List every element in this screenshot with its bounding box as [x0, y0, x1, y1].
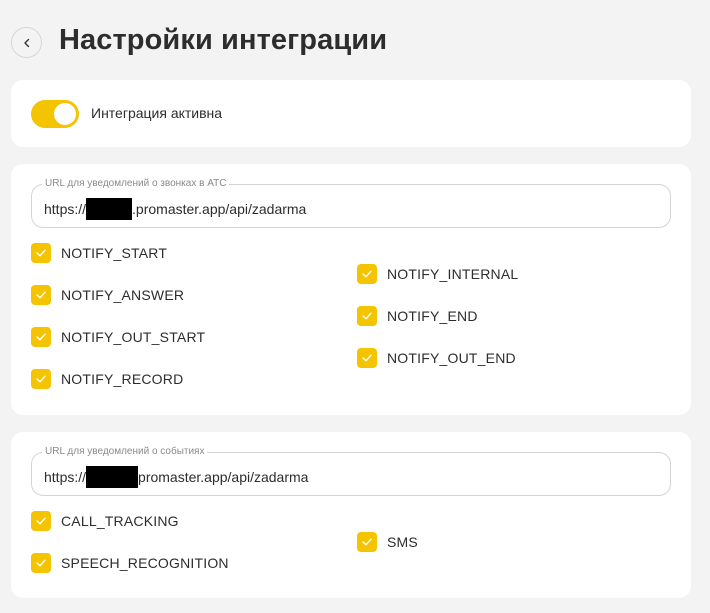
- checkbox-call-tracking[interactable]: CALL_TRACKING: [31, 511, 179, 531]
- atc-url-field[interactable]: URL для уведомлений о звонках в АТС http…: [31, 178, 671, 228]
- checkbox-notify-record[interactable]: NOTIFY_RECORD: [31, 369, 183, 389]
- checkmark-icon: [357, 532, 377, 552]
- checkbox-label: CALL_TRACKING: [61, 513, 179, 529]
- checkbox-label: NOTIFY_END: [387, 308, 478, 324]
- checkbox-label: NOTIFY_RECORD: [61, 371, 184, 387]
- checkbox-speech-recognition[interactable]: SPEECH_RECOGNITION: [31, 553, 229, 573]
- checkmark-icon: [357, 348, 377, 368]
- checkbox-sms[interactable]: SMS: [357, 532, 418, 552]
- checkbox-label: SMS: [387, 534, 418, 550]
- chevron-left-icon: [23, 38, 29, 47]
- redacted-block: [86, 198, 133, 220]
- checkmark-icon: [31, 327, 51, 347]
- checkbox-label: NOTIFY_START: [61, 245, 168, 261]
- checkmark-icon: [357, 264, 377, 284]
- redacted-block: [86, 466, 139, 488]
- checkbox-notify-internal[interactable]: NOTIFY_INTERNAL: [357, 264, 518, 284]
- checkbox-notify-start[interactable]: NOTIFY_START: [31, 243, 167, 263]
- events-url-value: https:// promaster.app/api/zadarma: [44, 466, 308, 488]
- integration-active-toggle[interactable]: [31, 100, 79, 128]
- checkbox-notify-end[interactable]: NOTIFY_END: [357, 306, 478, 326]
- events-url-field[interactable]: URL для уведомлений о событиях https:// …: [31, 446, 671, 496]
- checkmark-icon: [357, 306, 377, 326]
- checkbox-label: NOTIFY_OUT_START: [61, 329, 206, 345]
- checkbox-notify-answer[interactable]: NOTIFY_ANSWER: [31, 285, 184, 305]
- checkbox-notify-out-end[interactable]: NOTIFY_OUT_END: [357, 348, 516, 368]
- atc-url-field-label: URL для уведомлений о звонках в АТС: [42, 178, 230, 190]
- checkmark-icon: [31, 511, 51, 531]
- checkbox-label: NOTIFY_OUT_END: [387, 350, 516, 366]
- atc-url-prefix: https://: [44, 201, 87, 217]
- checkbox-label: NOTIFY_INTERNAL: [387, 266, 519, 282]
- toggle-knob: [54, 103, 76, 125]
- checkbox-label: SPEECH_RECOGNITION: [61, 555, 229, 571]
- checkmark-icon: [31, 285, 51, 305]
- checkmark-icon: [31, 369, 51, 389]
- events-notifications-card: URL для уведомлений о событиях https:// …: [11, 432, 691, 598]
- integration-toggle-card: Интеграция активна: [11, 80, 691, 147]
- page-title: Настройки интеграции: [59, 24, 388, 56]
- integration-active-label: Интеграция активна: [91, 105, 223, 121]
- atc-url-suffix: .promaster.app/api/zadarma: [132, 201, 307, 217]
- checkbox-label: NOTIFY_ANSWER: [61, 287, 185, 303]
- events-url-field-label: URL для уведомлений о событиях: [42, 446, 208, 458]
- checkmark-icon: [31, 553, 51, 573]
- atc-notifications-card: URL для уведомлений о звонках в АТС http…: [11, 164, 691, 415]
- checkmark-icon: [31, 243, 51, 263]
- events-url-prefix: https://: [44, 469, 87, 485]
- events-url-suffix: promaster.app/api/zadarma: [138, 469, 309, 485]
- checkbox-notify-out-start[interactable]: NOTIFY_OUT_START: [31, 327, 205, 347]
- atc-url-value: https:// .promaster.app/api/zadarma: [44, 198, 306, 220]
- back-button[interactable]: [11, 27, 42, 58]
